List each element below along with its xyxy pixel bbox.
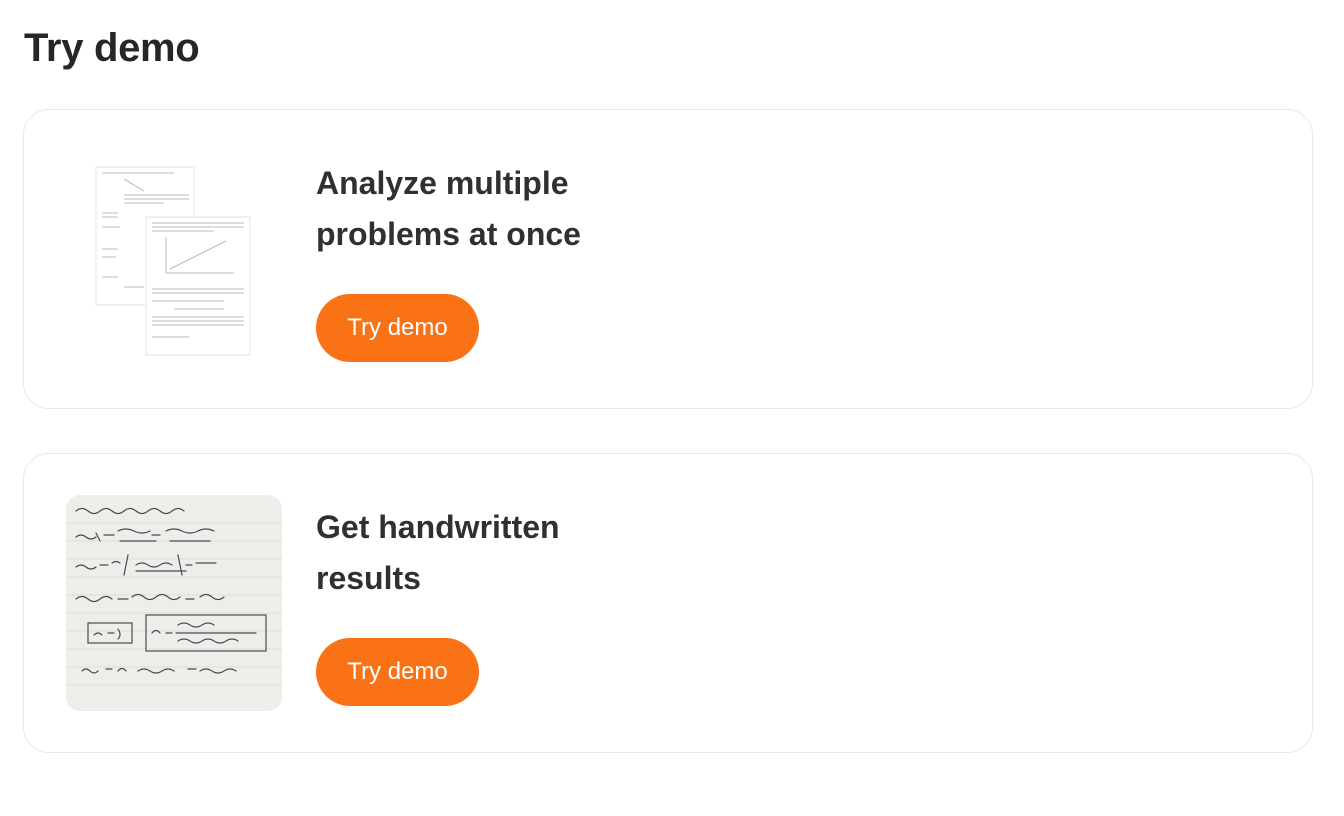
page-title: Try demo — [24, 26, 200, 70]
card-title-line-1: Analyze multiple — [316, 165, 569, 201]
card-title: Get handwritten results — [316, 502, 676, 604]
card-title-line-2: results — [316, 560, 421, 596]
handwritten-notes-thumbnail — [66, 495, 282, 711]
card-title: Analyze multiple problems at once — [316, 158, 676, 260]
document-pages-thumbnail — [95, 166, 251, 356]
demo-card-handwritten: Get handwritten results Try demo — [23, 453, 1313, 753]
demo-card-multiple-problems: Analyze multiple problems at once Try de… — [23, 109, 1313, 409]
try-demo-button-multiple-problems[interactable]: Try demo — [316, 294, 479, 362]
card-title-line-2: problems at once — [316, 216, 581, 252]
try-demo-button-handwritten[interactable]: Try demo — [316, 638, 479, 706]
card-title-line-1: Get handwritten — [316, 509, 560, 545]
